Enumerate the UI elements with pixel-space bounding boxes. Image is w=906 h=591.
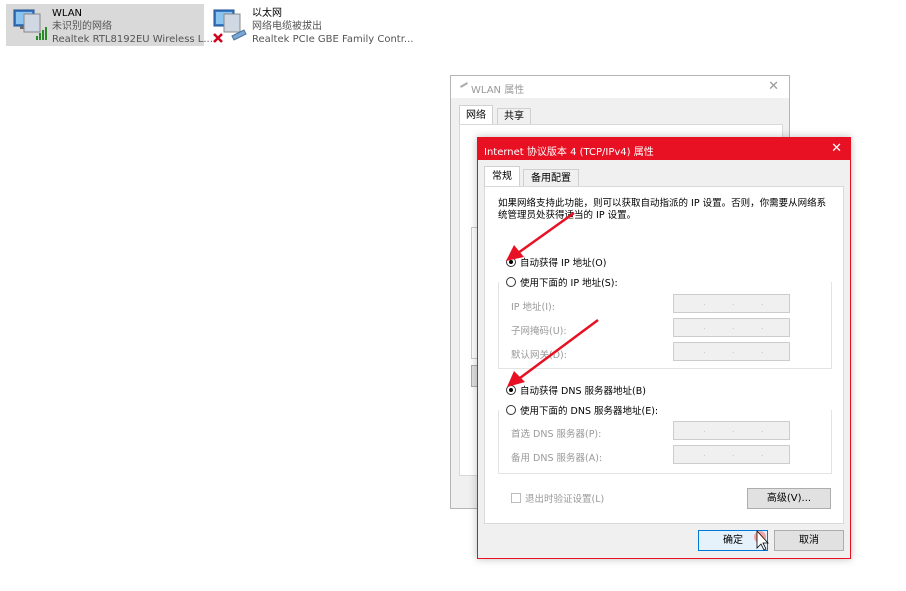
validate-on-exit-checkbox[interactable]: 退出时验证设置(L) — [511, 491, 604, 505]
dialog-title: WLAN 属性 — [471, 85, 525, 96]
general-panel: 如果网络支持此功能，则可以获取自动指派的 IP 设置。否则，你需要从网络系统管理… — [484, 186, 844, 524]
dns-manual-group — [498, 410, 832, 474]
default-gateway-label: 默认网关(D): — [511, 350, 567, 361]
alternate-dns-input[interactable]: ... — [673, 445, 790, 464]
ip-address-input[interactable]: ... — [673, 294, 790, 313]
close-icon[interactable]: ✕ — [831, 141, 842, 156]
dns-auto-label: 自动获得 DNS 服务器地址(B) — [520, 386, 646, 397]
dialog-title: Internet 协议版本 4 (TCP/IPv4) 属性 — [484, 147, 654, 158]
adapter-name: WLAN — [52, 8, 83, 19]
tab-sharing[interactable]: 共享 — [497, 108, 531, 125]
adapter-status: 网络电缆被拔出 — [252, 21, 322, 32]
adapter-wlan[interactable]: WLAN 未识别的网络 Realtek RTL8192EU Wireless L… — [6, 4, 213, 46]
dns-auto-radio[interactable]: 自动获得 DNS 服务器地址(B) — [506, 383, 646, 397]
subnet-mask-input[interactable]: ... — [673, 318, 790, 337]
ip-address-label: IP 地址(I): — [511, 302, 555, 313]
tcpipv4-properties-dialog: Internet 协议版本 4 (TCP/IPv4) 属性 ✕ 常规 备用配置 … — [477, 137, 851, 559]
adapter-device: Realtek RTL8192EU Wireless L... — [52, 34, 213, 45]
ok-button[interactable]: 确定 — [698, 530, 768, 551]
ethernet-adapter-icon — [213, 9, 247, 43]
radio-selected-icon — [506, 257, 516, 267]
adapter-status: 未识别的网络 — [52, 21, 112, 32]
title-bar: Internet 协议版本 4 (TCP/IPv4) 属性 ✕ — [478, 138, 850, 160]
description-text: 如果网络支持此功能，则可以获取自动指派的 IP 设置。否则，你需要从网络系统管理… — [498, 198, 827, 221]
tab-alternate-configuration[interactable]: 备用配置 — [523, 169, 579, 187]
adapter-name: 以太网 — [252, 8, 282, 19]
adapter-device: Realtek PCIe GBE Family Contr... — [252, 34, 414, 45]
tab-general[interactable]: 常规 — [484, 166, 520, 187]
adapter-ethernet[interactable]: 以太网 网络电缆被拔出 Realtek PCIe GBE Family Cont… — [206, 4, 413, 46]
subnet-mask-label: 子网掩码(U): — [511, 326, 567, 337]
close-icon[interactable]: ✕ — [768, 79, 779, 94]
radio-selected-icon — [506, 385, 516, 395]
ip-auto-radio[interactable]: 自动获得 IP 地址(O) — [506, 255, 606, 269]
alternate-dns-label: 备用 DNS 服务器(A): — [511, 453, 603, 464]
advanced-button[interactable]: 高级(V)... — [747, 488, 831, 509]
ip-auto-label: 自动获得 IP 地址(O) — [520, 258, 607, 269]
preferred-dns-label: 首选 DNS 服务器(P): — [511, 429, 602, 440]
wifi-adapter-icon — [13, 9, 47, 40]
tab-network[interactable]: 网络 — [459, 105, 493, 125]
pen-icon — [460, 82, 468, 88]
preferred-dns-input[interactable]: ... — [673, 421, 790, 440]
validate-label: 退出时验证设置(L) — [525, 494, 605, 505]
default-gateway-input[interactable]: ... — [673, 342, 790, 361]
cancel-button[interactable]: 取消 — [774, 530, 844, 551]
title-bar: WLAN 属性 ✕ — [451, 76, 789, 98]
checkbox-icon — [511, 493, 521, 503]
